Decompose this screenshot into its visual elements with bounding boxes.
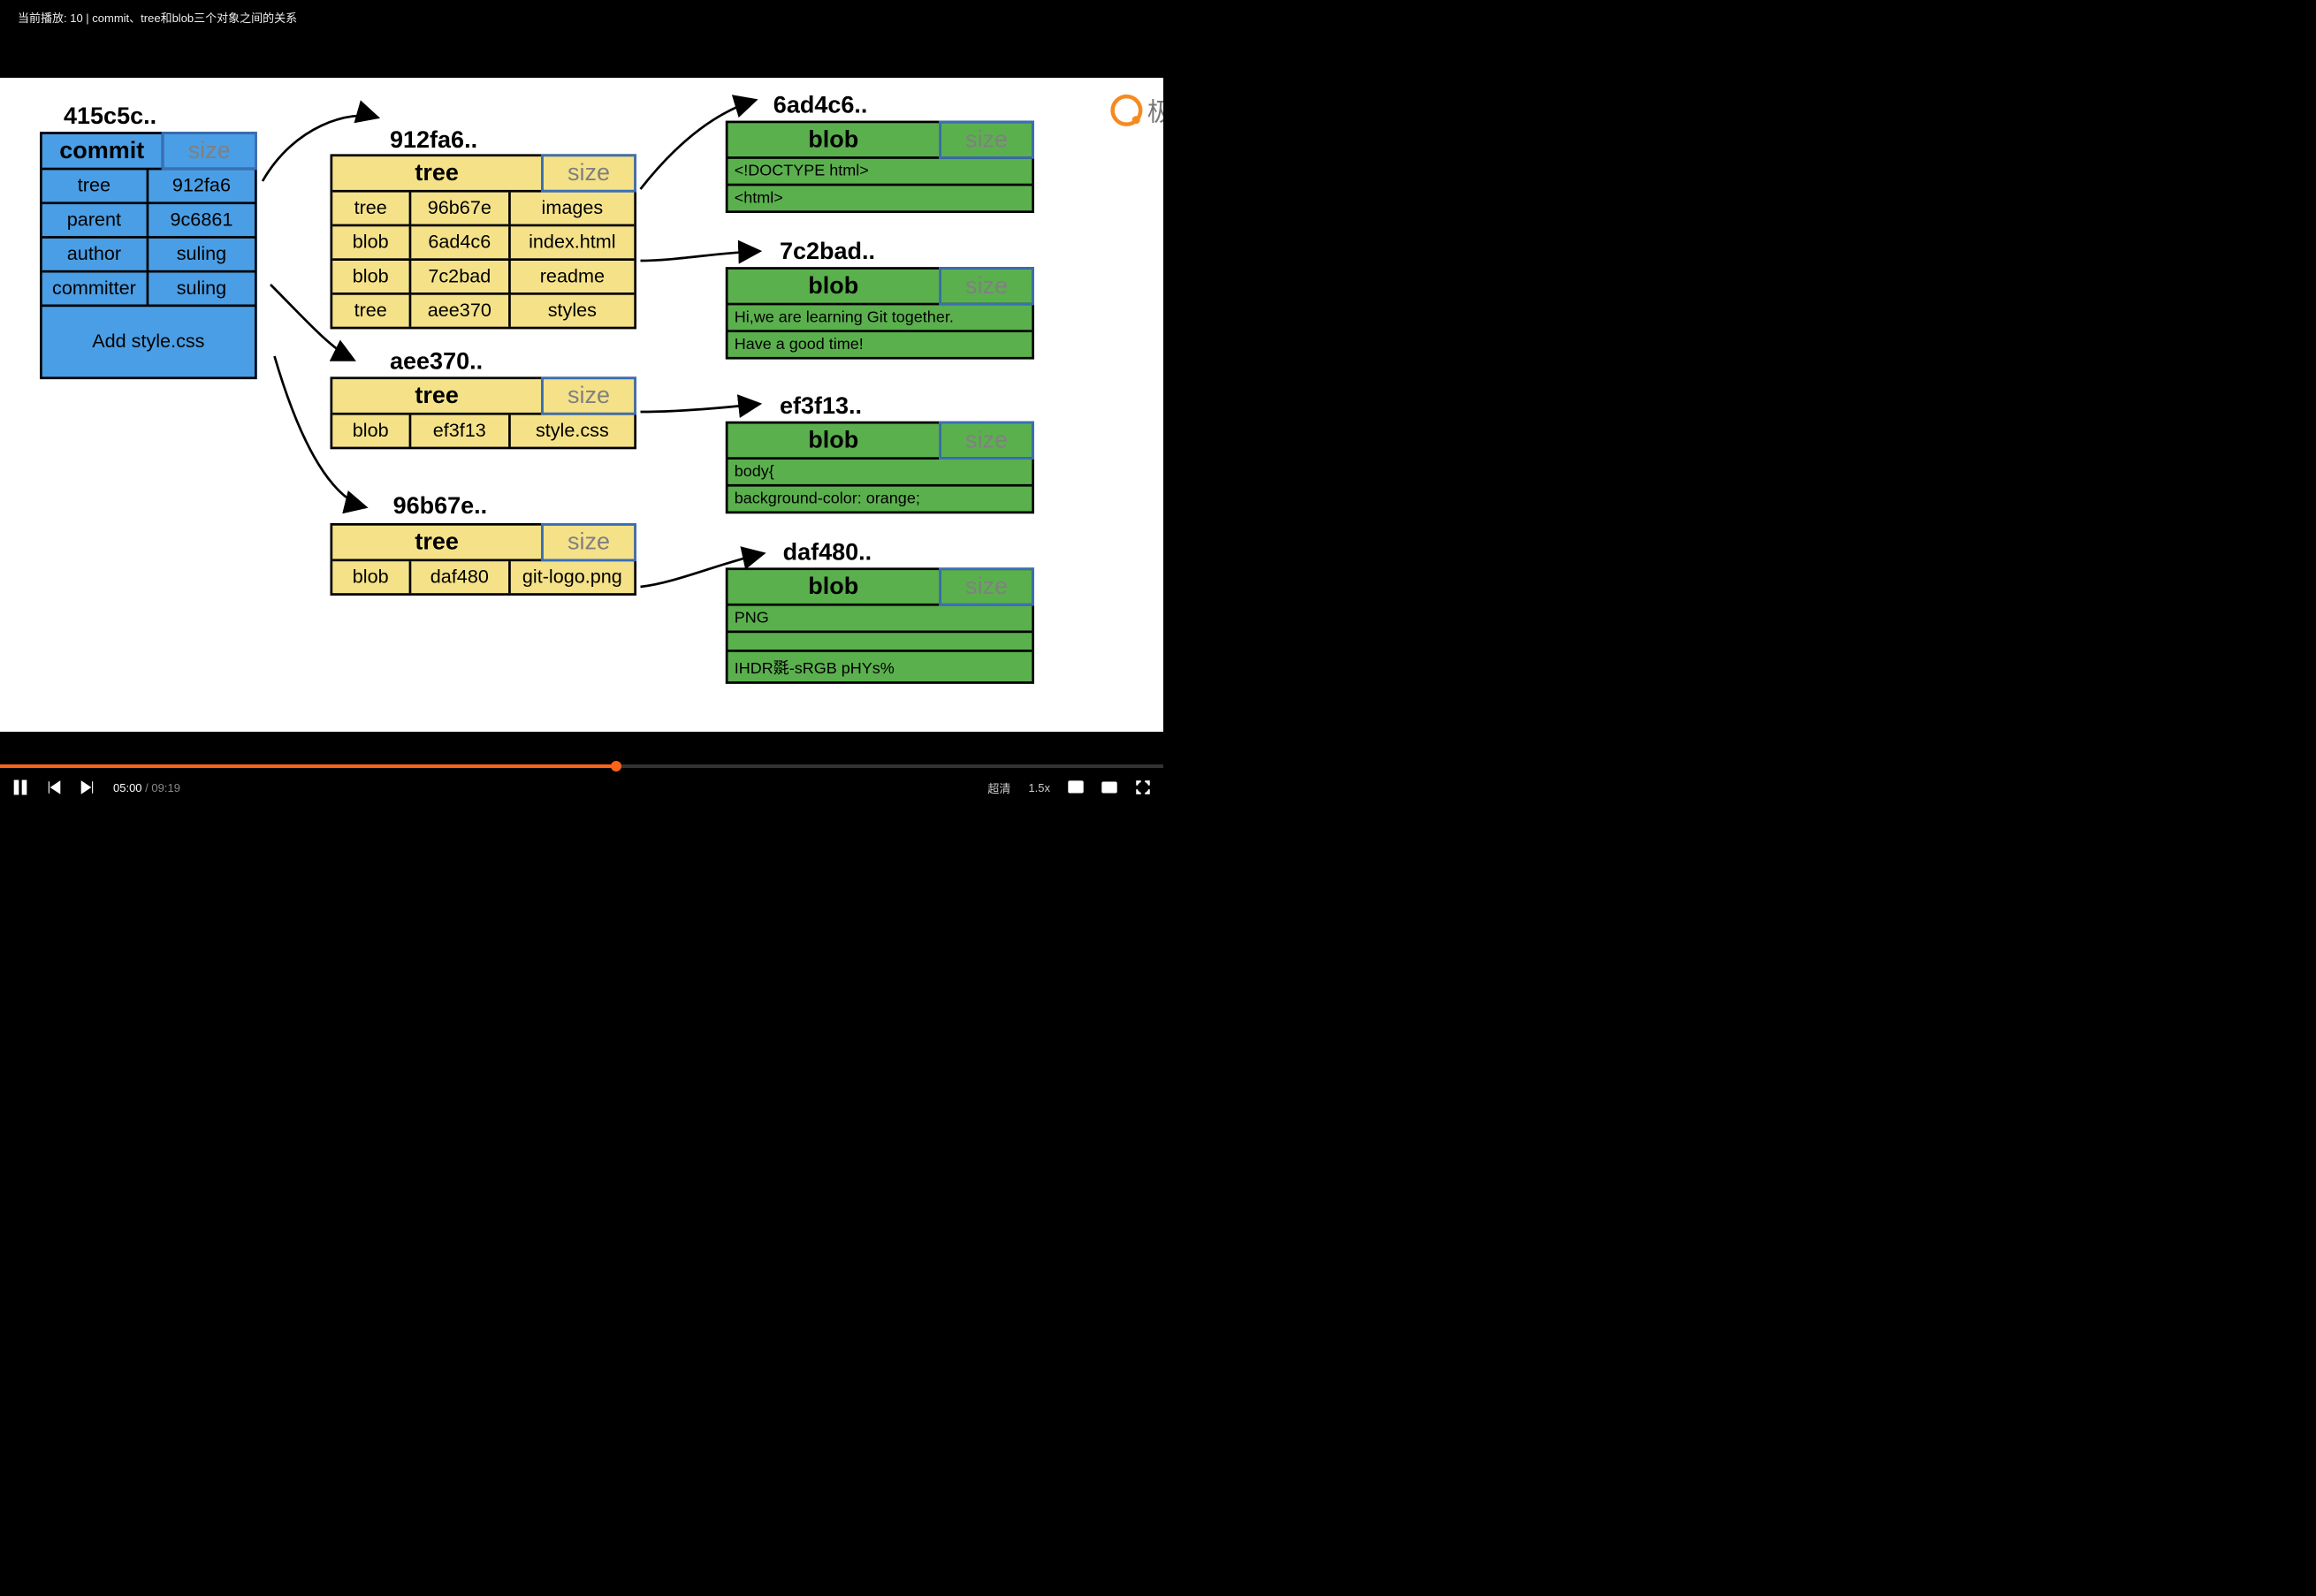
tree-row-hash: daf480 <box>411 561 511 593</box>
tree-row-kind: tree <box>332 193 411 224</box>
tree-row-hash: ef3f13 <box>411 415 511 447</box>
tree-object-box: treesize blobdaf480git-logo.png <box>331 523 637 596</box>
blob-content-line: Have a good time! <box>728 330 1032 357</box>
blob-content-line: body{ <box>728 457 1032 484</box>
total-duration: 09:19 <box>151 781 180 794</box>
commit-row-val: 9c6861 <box>149 204 255 236</box>
tree-row-kind: tree <box>332 295 411 327</box>
blob-size-header: size <box>939 121 1034 159</box>
commit-row-key: author <box>42 239 149 270</box>
blob-object-box: blobsize <!DOCTYPE html> <html> <box>726 121 1034 213</box>
blob-content-line: Hi,we are learning Git together. <box>728 303 1032 331</box>
blob-hash-label: 6ad4c6.. <box>773 92 868 119</box>
tree-hash-label: 912fa6.. <box>390 127 477 155</box>
fullscreen-button[interactable] <box>1135 779 1151 795</box>
tree-hash-label: 96b67e.. <box>393 493 488 521</box>
quality-selector[interactable]: 超清 <box>987 779 1010 796</box>
tree-row-name: images <box>510 193 634 224</box>
commit-row-val: suling <box>149 273 255 305</box>
blob-content-line: background-color: orange; <box>728 484 1032 512</box>
blob-hash-label: ef3f13.. <box>780 392 862 420</box>
brand-logo-icon <box>1110 95 1142 126</box>
video-frame[interactable]: 极客时间 415c5c.. commit size tree912fa6 par… <box>0 78 1163 732</box>
current-time: 05:00 <box>113 781 142 794</box>
blob-hash-label: daf480.. <box>783 539 872 566</box>
commit-row-val: 912fa6 <box>149 170 255 201</box>
commit-size-header: size <box>162 132 257 170</box>
commit-type-header: commit <box>42 134 164 168</box>
tree-row-name: styles <box>510 295 634 327</box>
pip-button[interactable] <box>1068 779 1084 795</box>
commit-row-key: tree <box>42 170 149 201</box>
blob-object-box: blobsize body{ background-color: orange; <box>726 422 1034 513</box>
blob-content-line: <html> <box>728 184 1032 211</box>
tree-object-box: treesize blobef3f13style.css <box>331 376 637 449</box>
tree-row-kind: blob <box>332 415 411 447</box>
commit-row-key: committer <box>42 273 149 305</box>
tree-size-header: size <box>541 523 636 561</box>
blob-type-header: blob <box>728 123 941 156</box>
blob-type-header: blob <box>728 424 941 458</box>
tree-size-header: size <box>541 154 636 192</box>
tree-row-kind: blob <box>332 561 411 593</box>
tree-row-name: git-logo.png <box>510 561 634 593</box>
tree-row-kind: blob <box>332 261 411 293</box>
prev-button[interactable] <box>46 779 62 795</box>
player-title-bar: 当前播放: 10 | commit、tree和blob三个对象之间的关系 <box>0 0 1163 39</box>
brand-logo-text: 极客时间 <box>1147 92 1163 128</box>
tree-object-box: treesize tree96b67eimages blob6ad4c6inde… <box>331 154 637 329</box>
blob-hash-label: 7c2bad.. <box>780 239 875 266</box>
blob-object-box: blobsize PNG IHDR毲-sRGB pHYs% <box>726 567 1034 683</box>
tree-row-hash: 7c2bad <box>411 261 511 293</box>
tree-hash-label: aee370.. <box>390 348 483 376</box>
commit-row-val: suling <box>149 239 255 270</box>
blob-content-line: IHDR毲-sRGB pHYs% <box>728 650 1032 681</box>
blob-content-line: <!DOCTYPE html> <box>728 156 1032 184</box>
tree-row-hash: 96b67e <box>411 193 511 224</box>
tree-type-header: tree <box>332 526 544 559</box>
player-title: 当前播放: 10 | commit、tree和blob三个对象之间的关系 <box>18 11 297 25</box>
theater-button[interactable] <box>1101 779 1117 795</box>
blob-object-box: blobsize Hi,we are learning Git together… <box>726 267 1034 359</box>
blob-type-header: blob <box>728 570 941 604</box>
commit-hash-label: 415c5c.. <box>64 103 156 131</box>
tree-row-hash: aee370 <box>411 295 511 327</box>
player-controls: 05:00 / 09:19 超清 1.5x <box>0 736 1163 807</box>
time-display: 05:00 / 09:19 <box>113 781 180 794</box>
commit-object-box: commit size tree912fa6 parent9c6861 auth… <box>40 132 257 379</box>
tree-type-header: tree <box>332 156 544 190</box>
tree-row-name: style.css <box>510 415 634 447</box>
commit-row-key: parent <box>42 204 149 236</box>
tree-row-name: index.html <box>510 226 634 258</box>
speed-selector[interactable]: 1.5x <box>1028 781 1050 794</box>
blob-type-header: blob <box>728 270 941 303</box>
pause-button[interactable] <box>12 779 28 795</box>
blob-size-header: size <box>939 567 1034 605</box>
tree-row-kind: blob <box>332 226 411 258</box>
blob-size-header: size <box>939 267 1034 305</box>
brand-logo: 极客时间 <box>1110 92 1163 128</box>
blob-content-line <box>728 631 1032 650</box>
tree-row-hash: 6ad4c6 <box>411 226 511 258</box>
tree-size-header: size <box>541 376 636 414</box>
slide-content: 极客时间 415c5c.. commit size tree912fa6 par… <box>0 78 1163 732</box>
commit-message: Add style.css <box>42 305 255 377</box>
tree-row-name: readme <box>510 261 634 293</box>
next-button[interactable] <box>80 779 95 795</box>
blob-content-line: PNG <box>728 604 1032 631</box>
blob-size-header: size <box>939 422 1034 460</box>
tree-type-header: tree <box>332 379 544 413</box>
